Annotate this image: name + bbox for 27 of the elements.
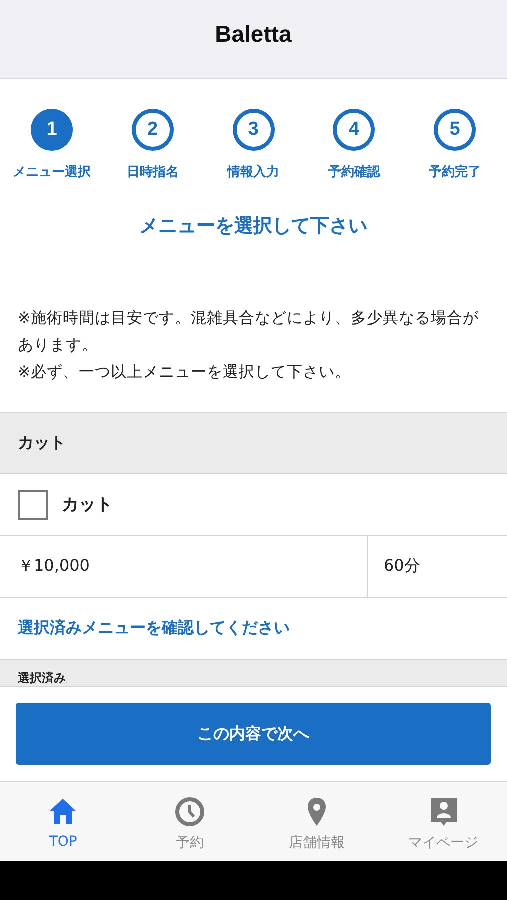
notice-text: ※必ず、一つ以上メニューを選択して下さい。 [18, 362, 352, 383]
app-title: Baletta [215, 20, 292, 48]
step-label: 予約確認 [328, 164, 380, 181]
confirm-link[interactable]: 選択済みメニューを確認してください [18, 618, 290, 639]
checkbox[interactable] [18, 490, 48, 520]
tab-item[interactable]: 店舗情報 [254, 782, 380, 861]
page-heading: メニューを選択して下さい [138, 214, 368, 239]
tab-item[interactable]: TOP [0, 782, 127, 861]
step-circle: 3 [232, 109, 274, 151]
tab-item[interactable]: 予約 [126, 782, 254, 861]
price-cell: ￥10,000 [0, 536, 368, 597]
notice-text: ※施術時間は目安です。混雑具合などにより、多少異なる場合があります。 [18, 308, 480, 356]
step-circle: 5 [434, 109, 476, 151]
step-label: 日時指名 [126, 164, 179, 181]
category-title: カット [18, 432, 66, 454]
step-circle: 2 [132, 109, 174, 151]
duration-cell-text: 60分 [383, 555, 422, 577]
section-title: 選択済み [18, 671, 66, 686]
menu-item-name: カット [62, 494, 113, 516]
next-button[interactable]: この内容で次へ [16, 703, 491, 765]
step-label: 予約完了 [429, 164, 481, 181]
step-label: 情報入力 [228, 164, 280, 181]
step-circle: 4 [333, 109, 376, 151]
clock-icon [174, 796, 206, 828]
step-label: メニュー選択 [13, 164, 91, 181]
step-circle: 1 [31, 109, 73, 151]
tab-item[interactable]: マイページ [380, 782, 507, 861]
